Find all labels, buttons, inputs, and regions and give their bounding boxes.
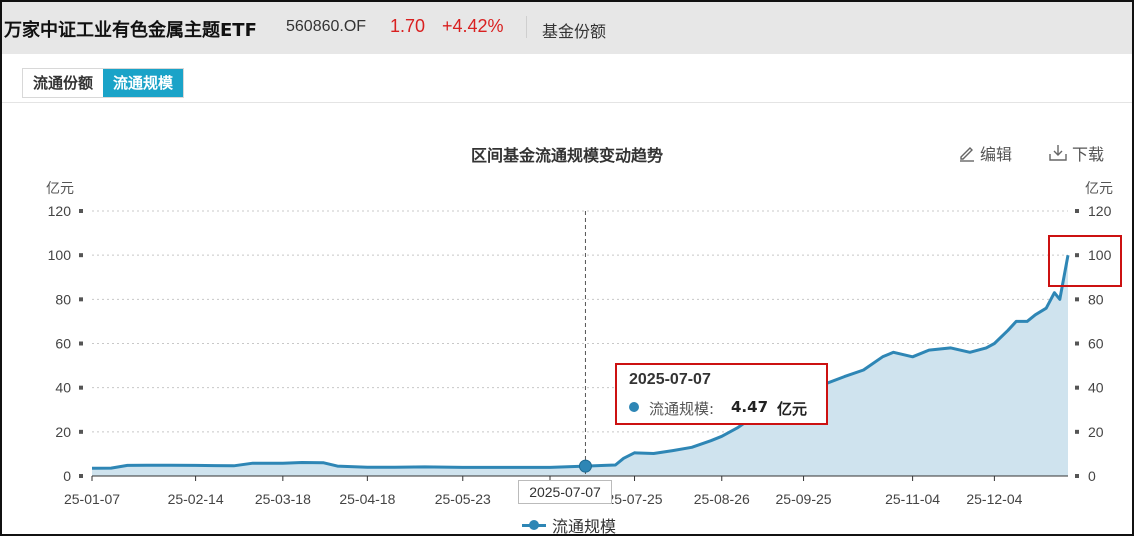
- y-tick-label-right: 0: [1088, 468, 1096, 484]
- highlight-box: [1048, 235, 1122, 287]
- y-tick-mark-right: [1075, 429, 1079, 434]
- y-tick-label-right: 20: [1088, 424, 1104, 440]
- x-tick-label: 25-09-25: [776, 491, 832, 507]
- y-axis-unit-right: 亿元: [1085, 181, 1113, 197]
- y-tick-label-left: 120: [48, 203, 72, 219]
- x-tick-label: 25-05-23: [435, 491, 491, 507]
- tooltip-unit: 亿元: [777, 400, 808, 418]
- x-tick-label: 25-01-07: [64, 491, 120, 507]
- y-tick-mark-right: [1075, 474, 1079, 478]
- y-tick-mark-left: [79, 209, 83, 213]
- y-tick-mark-left: [79, 341, 83, 346]
- app-frame: 万家中证工业有色金属主题ETF 560860.OF 1.70 +4.42% 基金…: [0, 0, 1134, 536]
- y-tick-mark-left: [79, 474, 83, 478]
- y-tick-label-left: 80: [55, 291, 71, 307]
- series-area: [92, 255, 1068, 476]
- y-tick-mark-left: [79, 385, 83, 390]
- y-tick-mark-right: [1075, 297, 1079, 302]
- tooltip: 2025-07-07 流通规模: 4.47 亿元: [615, 363, 828, 425]
- x-tick-label: 25-04-18: [339, 491, 395, 507]
- y-tick-mark-right: [1075, 209, 1079, 213]
- y-axis-left: 0 20 40 60 80 100 120: [48, 203, 83, 484]
- y-tick-label-left: 60: [55, 336, 71, 352]
- cursor-x-label: 2025-07-07: [518, 480, 612, 504]
- x-tick-label: 25-03-18: [255, 491, 311, 507]
- y-tick-mark-left: [79, 297, 83, 302]
- y-tick-label-right: 120: [1088, 203, 1112, 219]
- legend[interactable]: 流通规模: [522, 513, 617, 536]
- x-tick-label: 25-07-25: [607, 491, 663, 507]
- y-tick-label-left: 0: [63, 468, 71, 484]
- y-tick-label-right: 40: [1088, 380, 1104, 396]
- legend-marker: [522, 519, 546, 530]
- x-tick-label: 25-02-14: [168, 491, 224, 507]
- x-tick-label: 25-08-26: [694, 491, 750, 507]
- y-tick-label-right: 80: [1088, 291, 1104, 307]
- tooltip-value: 4.47: [731, 398, 769, 416]
- y-tick-mark-right: [1075, 341, 1079, 346]
- x-tick-label: 25-12-04: [966, 491, 1022, 507]
- x-tick-label: 25-11-04: [885, 491, 940, 507]
- y-tick-mark-left: [79, 429, 83, 434]
- y-axis-unit-left: 亿元: [46, 181, 74, 197]
- tooltip-date: 2025-07-07: [629, 371, 711, 388]
- y-tick-label-left: 40: [55, 380, 71, 396]
- y-tick-mark-left: [79, 253, 83, 258]
- tooltip-series-name: 流通规模:: [649, 400, 715, 418]
- y-tick-mark-right: [1075, 385, 1079, 390]
- y-tick-label-left: 100: [48, 247, 72, 263]
- legend-label: 流通规模: [552, 517, 617, 536]
- y-tick-label-left: 20: [55, 424, 71, 440]
- chart-svg: 亿元 亿元 0 20 40 60 80 100 120 0 20 40 60 80 100 120 25…: [46, 181, 1113, 507]
- tooltip-series-dot: [629, 402, 639, 412]
- y-tick-label-right: 60: [1088, 336, 1104, 352]
- cursor-point: [578, 459, 592, 473]
